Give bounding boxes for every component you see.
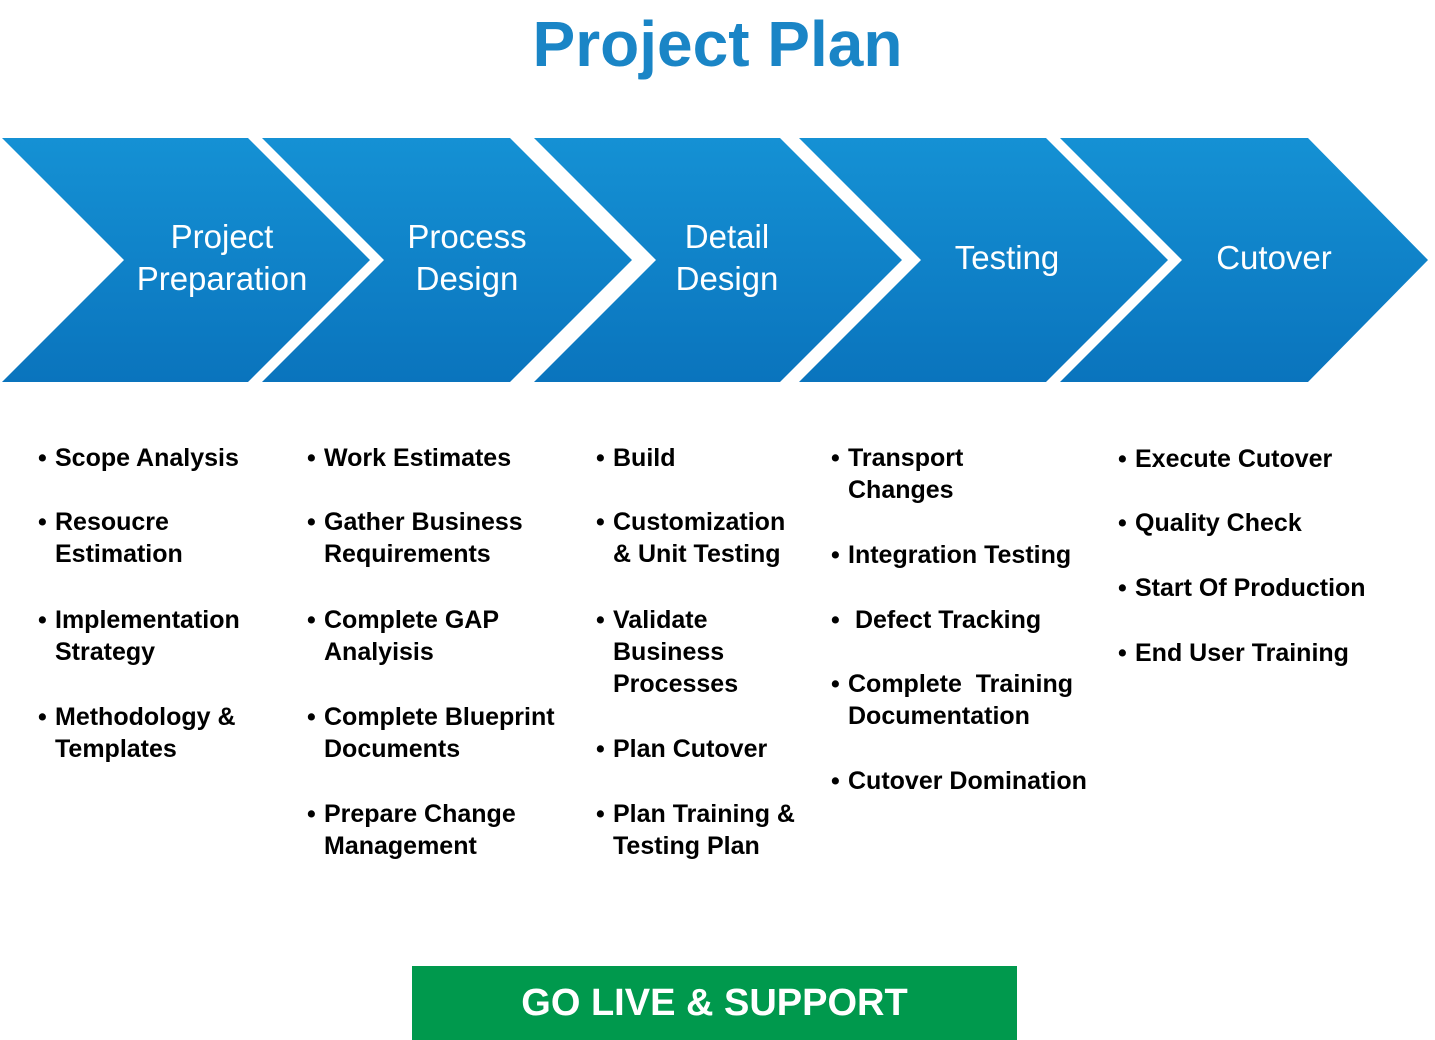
bullet-icon: • [831,767,840,795]
task-item: • Cutover Domination [831,765,1087,797]
bullet-icon: • [307,508,316,536]
bullet-icon: • [596,508,605,536]
bullet-icon: • [596,606,605,634]
bullet-icon: • [1118,639,1127,667]
task-item: • Methodology & Templates [38,701,236,765]
bullet-icon: • [307,800,316,828]
bullet-icon: • [1118,574,1127,602]
task-text: Gather Business Requirements [324,508,523,568]
task-text: Work Estimates [324,444,512,472]
bullet-icon: • [596,444,605,472]
task-item: • Transport Changes [831,442,963,506]
task-text: Defect Tracking [848,606,1042,634]
phase-label-process-design: Process Design [407,218,527,297]
bullet-icon: • [831,444,840,472]
phase-label-project-preparation: Project Preparation [136,218,308,297]
task-item: • Defect Tracking [831,604,1041,636]
task-text: Methodology & Templates [55,703,236,763]
bullet-icon: • [38,508,47,536]
task-text: Plan Cutover [613,735,768,763]
bullet-icon: • [38,444,47,472]
task-item: • Build [596,442,676,474]
bullet-icon: • [307,703,316,731]
task-item: • Scope Analysis [38,442,239,474]
task-item: • Quality Check [1118,507,1302,539]
task-item: • Customization & Unit Testing [596,506,785,570]
task-item: • Complete Training Documentation [831,668,1073,732]
task-item: • Gather Business Requirements [307,506,523,570]
go-live-support-button[interactable]: GO LIVE & SUPPORT [412,966,1017,1040]
task-text: End User Training [1135,639,1349,667]
task-item: • Complete Blueprint Documents [307,701,555,765]
task-text: Quality Check [1135,509,1302,537]
bullet-icon: • [831,670,840,698]
task-text: Build [613,444,676,472]
task-item: • Plan Training & Testing Plan [596,798,795,862]
task-text: Plan Training & Testing Plan [613,800,795,860]
bullet-icon: • [596,735,605,763]
task-text: Scope Analysis [55,444,239,472]
bullet-icon: • [831,541,840,569]
task-text: Execute Cutover [1135,445,1333,473]
bullet-icon: • [307,444,316,472]
task-text: Prepare Change Management [324,800,516,860]
phase-label-cutover: Cutover [1216,239,1332,276]
bullet-icon: • [596,800,605,828]
task-item: • End User Training [1118,637,1349,669]
bullet-icon: • [38,606,47,634]
task-text: Customization & Unit Testing [613,508,786,568]
task-text: Integration Testing [848,541,1072,569]
task-text: Start Of Production [1135,574,1366,602]
bullet-icon: • [831,606,840,634]
phase-chevrons [2,138,1428,382]
task-item: • Implementation Strategy [38,604,240,668]
task-text: Transport Changes [848,444,964,504]
task-item: • Integration Testing [831,539,1071,571]
task-text: Resoucre Estimation [55,508,183,568]
task-item: • Start Of Production [1118,572,1366,604]
task-text: Validate Business Processes [613,606,739,698]
task-item: • Work Estimates [307,442,511,474]
task-item: • Validate Business Processes [596,604,738,700]
task-text: Complete Training Documentation [848,670,1074,730]
bullet-icon: • [38,703,47,731]
task-text: Complete GAP Analyisis [324,606,500,666]
task-text: Complete Blueprint Documents [324,703,555,763]
bullet-icon: • [307,606,316,634]
task-item: • Plan Cutover [596,733,767,765]
phase-label-detail-design: Detail Design [675,218,779,297]
task-item: • Execute Cutover [1118,443,1332,475]
task-text: Cutover Domination [848,767,1087,795]
phase-label-testing: Testing [954,239,1060,276]
task-text: Implementation Strategy [55,606,240,666]
task-item: • Complete GAP Analyisis [307,604,499,668]
task-item: • Prepare Change Management [307,798,516,862]
bullet-icon: • [1118,445,1127,473]
task-item: • Resoucre Estimation [38,506,183,570]
bullet-icon: • [1118,509,1127,537]
